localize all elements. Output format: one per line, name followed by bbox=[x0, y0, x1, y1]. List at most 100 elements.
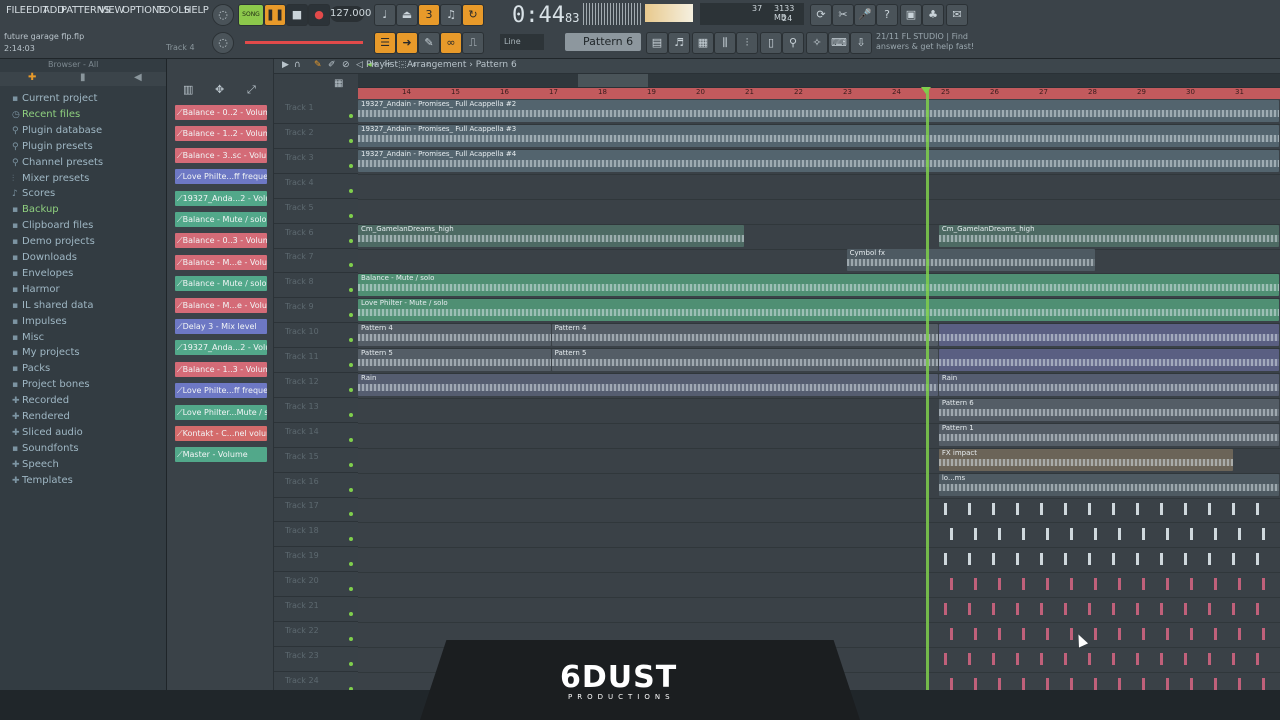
track-header[interactable]: Track 6 bbox=[274, 224, 358, 249]
playlist-clip[interactable]: 19327_Andain - Promises_ Full Acappella … bbox=[358, 149, 1279, 172]
track-mute-led[interactable] bbox=[349, 661, 353, 666]
note-hit[interactable] bbox=[1256, 503, 1259, 516]
document-icon[interactable]: ▯ bbox=[760, 32, 782, 54]
channel-button[interactable]: ⟋Master - Volume bbox=[175, 447, 267, 463]
note-hit[interactable] bbox=[1256, 553, 1259, 566]
playlist-clip[interactable]: Balance - Mute / solo bbox=[358, 274, 1279, 297]
note-hit[interactable] bbox=[1142, 578, 1145, 591]
browser-item[interactable]: ▪ Downloads bbox=[12, 252, 77, 263]
track-header[interactable]: Track 3 bbox=[274, 149, 358, 174]
note-hit[interactable] bbox=[1238, 677, 1241, 690]
note-hit[interactable] bbox=[1088, 503, 1091, 516]
note-hit[interactable] bbox=[1214, 677, 1217, 690]
note-hit[interactable] bbox=[1016, 553, 1019, 566]
track-header[interactable]: Track 19 bbox=[274, 547, 358, 573]
note-hit[interactable] bbox=[1016, 503, 1019, 516]
note-hit[interactable] bbox=[1022, 677, 1025, 690]
note-hit[interactable] bbox=[1064, 603, 1067, 615]
note-hit[interactable] bbox=[1166, 578, 1169, 591]
track-mute-led[interactable] bbox=[349, 437, 353, 442]
channel-button[interactable]: ⟋Love Philter...Mute / solo bbox=[175, 404, 267, 420]
track-header[interactable]: Track 7 bbox=[274, 248, 358, 274]
playlist-clip[interactable]: 19327_Andain - Promises_ Full Acappella … bbox=[358, 100, 1279, 122]
overview-scroll-handle[interactable] bbox=[578, 74, 648, 87]
track-mute-led[interactable] bbox=[349, 387, 353, 392]
note-hit[interactable] bbox=[1136, 503, 1139, 516]
song-mode-toggle[interactable]: SONG bbox=[238, 4, 264, 26]
touch-keyboard-icon[interactable]: ⌨ bbox=[828, 32, 850, 54]
note-hit[interactable] bbox=[1088, 652, 1091, 665]
channel-grid-icon[interactable]: ▥ bbox=[183, 83, 193, 96]
note-hit[interactable] bbox=[1118, 627, 1121, 640]
playlist-tracks[interactable]: 19327_Andain - Promises_ Full Acappella … bbox=[358, 99, 1280, 690]
note-hit[interactable] bbox=[1214, 528, 1217, 541]
track-lane[interactable] bbox=[358, 248, 1280, 275]
note-hit[interactable] bbox=[1208, 652, 1211, 665]
note-hit[interactable] bbox=[974, 578, 977, 591]
track-mute-led[interactable] bbox=[349, 338, 353, 343]
playlist-clip[interactable]: Love Philter - Mute / solo bbox=[358, 299, 1279, 322]
channel-button[interactable]: ⟋Balance - 1..2 - Volume bbox=[175, 126, 267, 142]
note-hit[interactable] bbox=[1040, 503, 1043, 516]
note-hit[interactable] bbox=[950, 578, 953, 591]
track-header[interactable]: Track 20 bbox=[274, 572, 358, 598]
note-hit[interactable] bbox=[1208, 603, 1211, 615]
note-hit[interactable] bbox=[1232, 553, 1235, 566]
playhead-marker-icon[interactable] bbox=[921, 87, 931, 94]
note-hit[interactable] bbox=[1232, 652, 1235, 665]
browser-item[interactable]: ▪ Backup bbox=[12, 204, 59, 215]
track-mute-led[interactable] bbox=[349, 512, 353, 517]
save-icon[interactable]: ▣ bbox=[900, 4, 922, 26]
note-hit[interactable] bbox=[1136, 603, 1139, 615]
note-hit[interactable] bbox=[1016, 652, 1019, 665]
note-hit[interactable] bbox=[998, 528, 1001, 541]
link-icon[interactable]: ∞ bbox=[440, 32, 462, 54]
track-header[interactable]: Track 11 bbox=[274, 348, 358, 373]
note-hit[interactable] bbox=[1190, 627, 1193, 640]
track-mute-led[interactable] bbox=[349, 462, 353, 467]
channel-button[interactable]: ⟋Love Philte...ff frequency bbox=[175, 383, 267, 399]
magnet-icon[interactable]: ∩ bbox=[294, 60, 301, 70]
track-lane[interactable] bbox=[358, 199, 1280, 225]
note-hit[interactable] bbox=[950, 528, 953, 541]
note-hit[interactable] bbox=[1094, 528, 1097, 541]
record-icon[interactable]: ● bbox=[308, 4, 330, 26]
channel-button[interactable]: ⟋Balance - 3..sc - Volume bbox=[175, 147, 267, 163]
menu-help[interactable]: HELP bbox=[184, 5, 209, 16]
play-small-icon[interactable]: ▶ bbox=[282, 60, 289, 70]
microphone-icon[interactable]: 🎤 bbox=[854, 4, 876, 26]
browser-item[interactable]: ▪ Current project bbox=[12, 93, 97, 104]
track-header[interactable]: Track 16 bbox=[274, 473, 358, 498]
note-hit[interactable] bbox=[950, 677, 953, 690]
playlist-clip[interactable]: Pattern 1 bbox=[938, 423, 1279, 446]
track-mute-led[interactable] bbox=[349, 238, 353, 243]
track-header[interactable]: Track 14 bbox=[274, 423, 358, 448]
track-header[interactable]: Track 17 bbox=[274, 497, 358, 523]
note-hit[interactable] bbox=[1112, 553, 1115, 566]
browser-item[interactable]: ▪ Envelopes bbox=[12, 268, 73, 279]
chat-icon[interactable]: ✉ bbox=[946, 4, 968, 26]
channel-button[interactable]: ⟋Delay 3 - Mix level bbox=[175, 319, 267, 334]
playlist-clip[interactable] bbox=[938, 349, 1279, 371]
note-hit[interactable] bbox=[1232, 503, 1235, 516]
note-hit[interactable] bbox=[1022, 528, 1025, 541]
note-hit[interactable] bbox=[1136, 553, 1139, 566]
paint-tool-icon[interactable]: ✐ bbox=[328, 60, 336, 70]
news-hint-panel[interactable]: 21/11 FL STUDIO | Find answers & get hel… bbox=[876, 32, 974, 52]
note-hit[interactable] bbox=[1046, 528, 1049, 541]
playlist-clip[interactable]: Pattern 4 bbox=[551, 324, 938, 347]
channel-edit-icon[interactable]: ⤢ bbox=[247, 83, 256, 97]
browser-item[interactable]: ◷ Recent files bbox=[12, 109, 80, 120]
track-header[interactable]: Track 12 bbox=[274, 373, 358, 398]
browser-item[interactable]: ▪ Harmor bbox=[12, 284, 60, 295]
note-hit[interactable] bbox=[974, 627, 977, 640]
track-header[interactable]: Track 13 bbox=[274, 398, 358, 423]
note-hit[interactable] bbox=[1046, 677, 1049, 690]
note-hit[interactable] bbox=[968, 652, 971, 665]
tempo-tapper-icon[interactable]: ✧ bbox=[806, 32, 828, 54]
piano-roll-icon[interactable]: ♬ bbox=[668, 32, 690, 54]
browser-item[interactable]: ✚ Templates bbox=[12, 475, 73, 486]
note-hit[interactable] bbox=[1118, 677, 1121, 690]
note-hit[interactable] bbox=[968, 553, 971, 566]
note-hit[interactable] bbox=[1070, 677, 1073, 690]
